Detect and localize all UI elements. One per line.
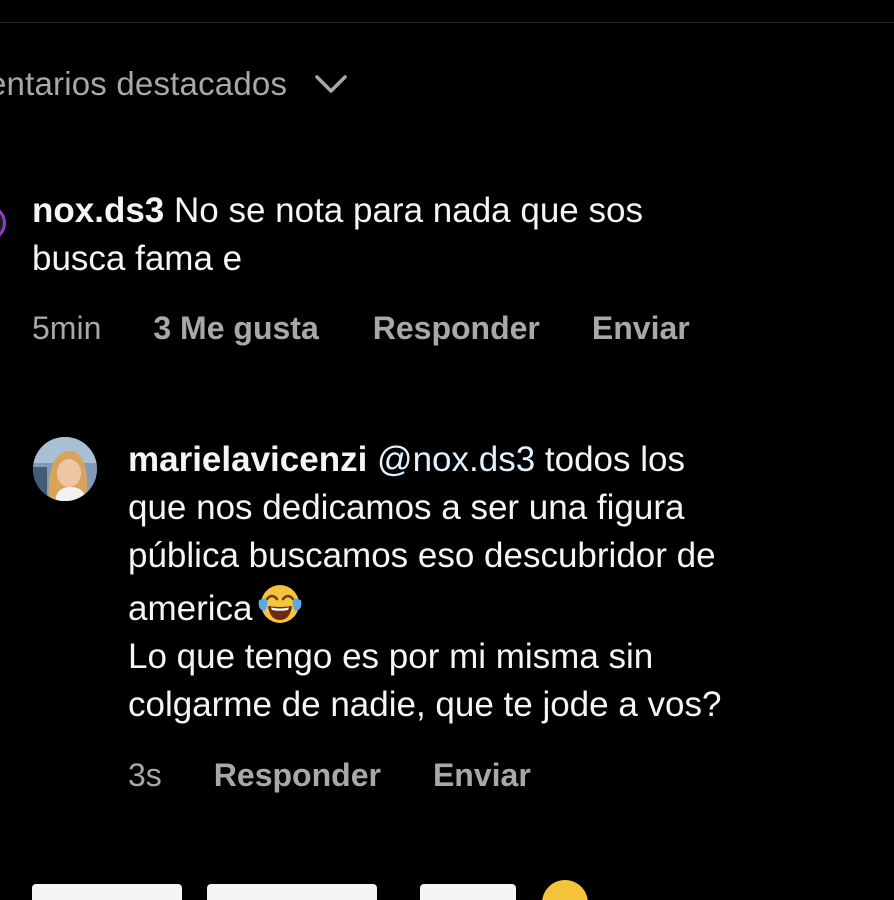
emoji-icon — [542, 880, 588, 900]
top-divider — [0, 22, 894, 23]
reply-send-button[interactable]: Enviar — [433, 757, 531, 794]
reply-username[interactable]: marielavicenzi — [128, 440, 367, 479]
reply-reply-button[interactable]: Responder — [214, 757, 381, 794]
next-comment-partial — [32, 870, 592, 900]
comment-text-line: No se nota para nada que sos — [174, 191, 643, 230]
next-comment-username-fragment — [32, 884, 182, 900]
reply-text-line: todos los — [544, 440, 685, 479]
comment-username[interactable]: nox.ds3 — [32, 191, 164, 230]
reply-text-line: que nos dedicamos a ser una figura — [128, 488, 685, 527]
reply-avatar[interactable] — [33, 437, 97, 501]
reply-text-line: pública buscamos eso descubridor de — [128, 536, 716, 575]
next-comment-text-fragment — [420, 884, 516, 900]
reply-text-line: colgarme de nadie, que te jode a vos? — [128, 685, 722, 724]
reply-text-line: Lo que tengo es por mi misma sin — [128, 637, 654, 676]
sort-label: entarios destacados — [0, 65, 288, 102]
comment-timestamp: 5min — [32, 309, 102, 346]
reply-actions: 3s Responder Enviar — [128, 753, 531, 797]
reply-timestamp: 3s — [128, 756, 162, 793]
comment-likes-count[interactable]: 3 Me gusta — [153, 310, 318, 347]
comment-text-line: busca fama e — [32, 239, 243, 278]
face-with-tears-of-joy-icon — [259, 585, 302, 623]
reply-text-line: america — [128, 589, 253, 628]
comment-send-button[interactable]: Enviar — [592, 310, 690, 347]
reply-mention[interactable]: @nox.ds3 — [377, 440, 535, 479]
reply-body: marielavicenzi @nox.ds3 todos los que no… — [128, 436, 878, 729]
comment-body: nox.ds3 No se nota para nada que sos bus… — [32, 187, 872, 283]
comment-reply-button[interactable]: Responder — [373, 310, 540, 347]
avatar-photo — [33, 437, 97, 501]
comment-sort-dropdown[interactable]: entarios destacados — [0, 60, 349, 108]
commenter-avatar[interactable] — [0, 205, 6, 241]
chevron-down-icon — [315, 75, 347, 93]
comment-actions: 5min 3 Me gusta Responder Enviar — [32, 306, 690, 350]
reply-text-line-with-emoji: america — [128, 580, 878, 633]
next-comment-text-fragment — [207, 884, 377, 900]
